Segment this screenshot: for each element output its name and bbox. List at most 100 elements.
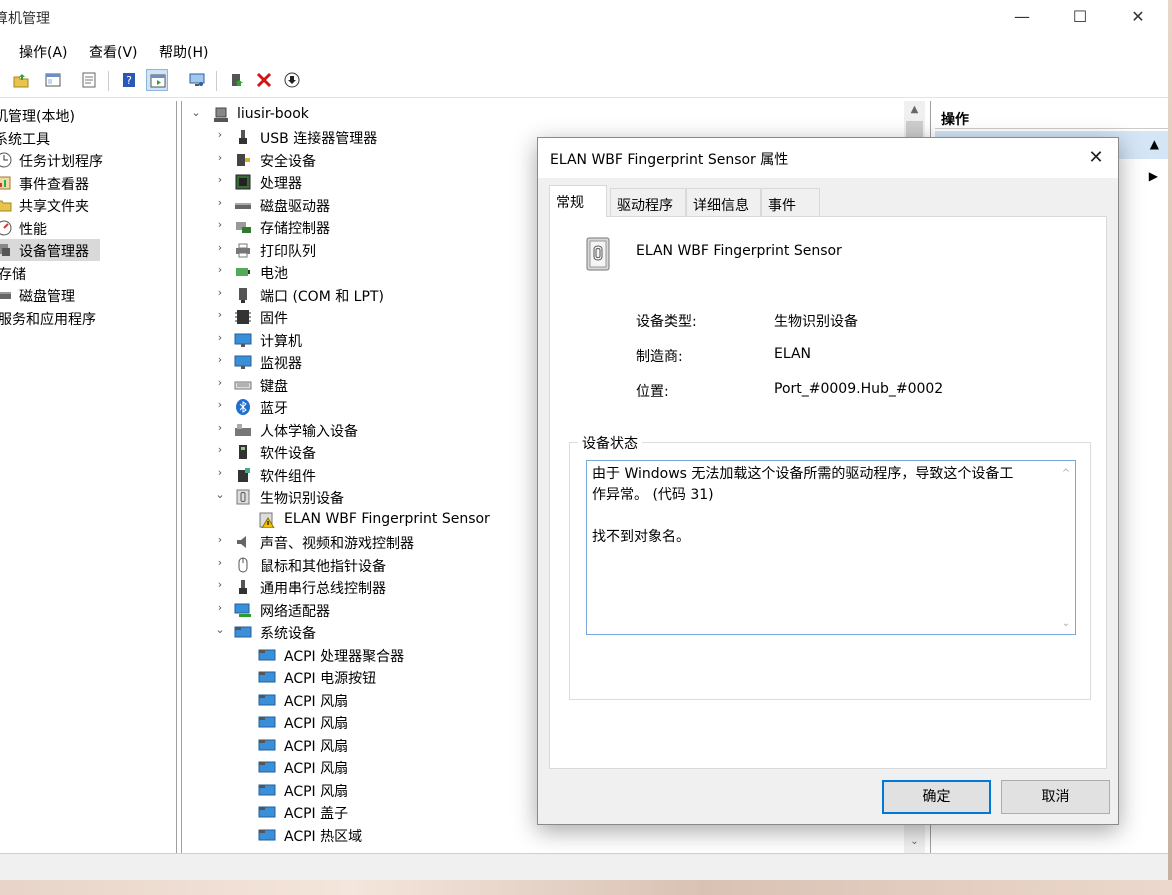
- chevron-right-icon[interactable]: ›: [214, 331, 226, 344]
- chevron-down-icon[interactable]: ⌄: [214, 623, 226, 636]
- status-scrollbar[interactable]: ^ ⌄: [1057, 461, 1075, 634]
- menu-action[interactable]: 操作(A): [19, 42, 68, 62]
- toolbar: ?: [0, 66, 1168, 98]
- window-title: 算机管理: [0, 11, 50, 27]
- show-action-pane-button[interactable]: [146, 69, 168, 91]
- nav-item-label: 机管理(本地): [0, 109, 75, 125]
- chevron-right-icon[interactable]: ›: [214, 173, 226, 186]
- chevron-down-icon[interactable]: ⌄: [214, 488, 226, 501]
- chevron-down-icon[interactable]: ⌄: [190, 106, 202, 119]
- usb-icon: [239, 580, 247, 594]
- scroll-down-arrow-icon[interactable]: ⌄: [904, 833, 925, 851]
- up-folder-icon: [13, 74, 29, 88]
- properties-button[interactable]: [78, 69, 100, 91]
- system-device-icon: [258, 806, 276, 818]
- chevron-right-icon[interactable]: ›: [214, 308, 226, 321]
- download-arrow-circle-icon: [284, 72, 300, 88]
- tree-item-label: 鼠标和其他指针设备: [260, 558, 386, 575]
- network-icon: [234, 603, 251, 617]
- dialog-close-icon[interactable]: ✕: [1074, 138, 1118, 178]
- dialog-title: ELAN WBF Fingerprint Sensor 属性: [550, 152, 789, 168]
- tab-details[interactable]: 详细信息: [686, 188, 761, 216]
- nav-item-label: 系统工具: [0, 132, 50, 148]
- device-status-textbox[interactable]: 由于 Windows 无法加载这个设备所需的驱动程序，导致这个设备工 作异常。 …: [586, 460, 1076, 635]
- tree-item-label: ACPI 风扇: [284, 693, 349, 710]
- nav-item-device-manager[interactable]: 设备管理器: [0, 239, 100, 261]
- tab-events[interactable]: 事件: [761, 188, 820, 216]
- chevron-right-icon[interactable]: ›: [214, 196, 226, 209]
- status-bar: [0, 853, 1168, 880]
- device-type-value: 生物识别设备: [774, 314, 858, 330]
- chevron-right-icon[interactable]: ›: [214, 376, 226, 389]
- chevron-right-icon[interactable]: ›: [214, 556, 226, 569]
- chevron-right-icon[interactable]: ›: [214, 353, 226, 366]
- device-type-label: 设备类型:: [636, 314, 697, 330]
- system-device-icon: [258, 739, 276, 750]
- scroll-up-arrow-icon[interactable]: ^: [1057, 463, 1075, 484]
- tree-item-label: USB 连接器管理器: [260, 131, 378, 147]
- cancel-button[interactable]: 取消: [1001, 780, 1110, 814]
- menu-view[interactable]: 查看(V): [89, 42, 138, 62]
- update-driver-icon: [232, 74, 243, 86]
- help-button[interactable]: ?: [118, 69, 140, 91]
- scroll-up-arrow-icon[interactable]: ▲: [904, 101, 925, 119]
- minimize-button[interactable]: —: [993, 0, 1051, 34]
- chevron-right-icon[interactable]: ›: [214, 151, 226, 164]
- tree-item-label: 网络适配器: [260, 603, 330, 620]
- nav-item-label: 性能: [19, 222, 47, 238]
- chevron-right-icon[interactable]: ›: [214, 398, 226, 411]
- scroll-down-arrow-icon[interactable]: ⌄: [1057, 613, 1075, 634]
- show-hide-tree-button[interactable]: [42, 69, 64, 91]
- computer-icon: [214, 107, 228, 122]
- update-driver-button[interactable]: [226, 69, 248, 91]
- chevron-right-icon[interactable]: ›: [214, 241, 226, 254]
- key-icon: [237, 153, 250, 166]
- more-actions-arrow-icon[interactable]: ▶: [1149, 169, 1158, 183]
- collapse-up-icon[interactable]: ▲: [1150, 137, 1159, 151]
- up-folder-button[interactable]: [10, 69, 32, 91]
- close-button[interactable]: ✕: [1109, 0, 1167, 34]
- uninstall-device-button[interactable]: [253, 69, 275, 91]
- menu-help[interactable]: 帮助(H): [159, 42, 208, 62]
- tree-item-label: ACPI 风扇: [284, 738, 349, 755]
- action-pane-icon: [150, 74, 166, 88]
- maximize-button[interactable]: ☐: [1051, 0, 1109, 34]
- scan-hardware-button[interactable]: [186, 69, 208, 91]
- manufacturer-value: ELAN: [774, 346, 812, 362]
- tree-item-label: 计算机: [260, 333, 302, 350]
- shared-folder-icon: [0, 200, 12, 212]
- nav-item-label: 磁盘管理: [19, 289, 75, 305]
- chevron-right-icon[interactable]: ›: [214, 601, 226, 614]
- desktop-background-edge: [1168, 0, 1172, 880]
- fingerprint-device-icon: [586, 237, 610, 271]
- chevron-right-icon[interactable]: ›: [214, 218, 226, 231]
- printer-icon: [236, 243, 250, 257]
- disable-device-button[interactable]: [281, 69, 303, 91]
- device-status-group: 设备状态 由于 Windows 无法加载这个设备所需的驱动程序，导致这个设备工 …: [569, 433, 1091, 700]
- nav-item-label: 任务计划程序: [19, 154, 103, 170]
- location-label: 位置:: [636, 384, 669, 400]
- chevron-right-icon[interactable]: ›: [214, 128, 226, 141]
- tree-item-label: 人体学输入设备: [260, 423, 358, 440]
- chevron-right-icon[interactable]: ›: [214, 466, 226, 479]
- tree-item-label: ACPI 风扇: [284, 716, 349, 732]
- chevron-right-icon[interactable]: ›: [214, 443, 226, 456]
- chip-icon: [235, 174, 251, 190]
- tree-item-label: 蓝牙: [260, 401, 288, 417]
- tree-item-label: 端口 (COM 和 LPT): [260, 288, 384, 305]
- chevron-right-icon[interactable]: ›: [214, 533, 226, 546]
- chevron-right-icon[interactable]: ›: [214, 286, 226, 299]
- nav-item-label: 事件查看器: [19, 177, 89, 193]
- ok-button[interactable]: 确定: [882, 780, 991, 814]
- tree-item-label: ACPI 电源按钮: [284, 671, 377, 687]
- location-value: Port_#0009.Hub_#0002: [774, 381, 944, 397]
- chevron-right-icon[interactable]: ›: [214, 263, 226, 276]
- tree-item-label: ACPI 风扇: [284, 761, 349, 777]
- svg-text:?: ?: [126, 74, 132, 87]
- tab-driver[interactable]: 驱动程序: [610, 188, 686, 216]
- firmware-icon: [235, 310, 251, 324]
- tab-general[interactable]: 常规: [549, 185, 607, 217]
- delete-x-icon: [256, 72, 272, 88]
- chevron-right-icon[interactable]: ›: [214, 421, 226, 434]
- chevron-right-icon[interactable]: ›: [214, 578, 226, 591]
